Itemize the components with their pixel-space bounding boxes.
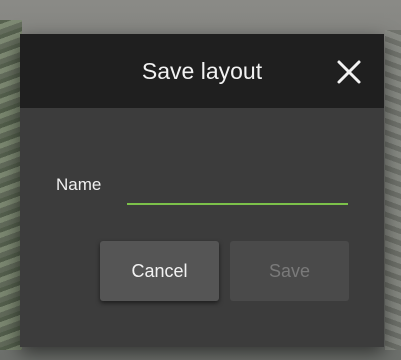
dialog-titlebar: Save layout [20,34,384,108]
dialog-title: Save layout [141,58,263,84]
cancel-button[interactable]: Cancel [100,241,219,301]
close-icon[interactable] [336,59,362,85]
name-input[interactable] [127,175,348,205]
background-foliage-right [385,30,401,350]
name-label: Name [56,175,102,194]
background-foliage-left [0,20,22,350]
save-button[interactable]: Save [230,241,349,301]
save-layout-dialog: Save layout Name Cancel Save [20,34,384,347]
